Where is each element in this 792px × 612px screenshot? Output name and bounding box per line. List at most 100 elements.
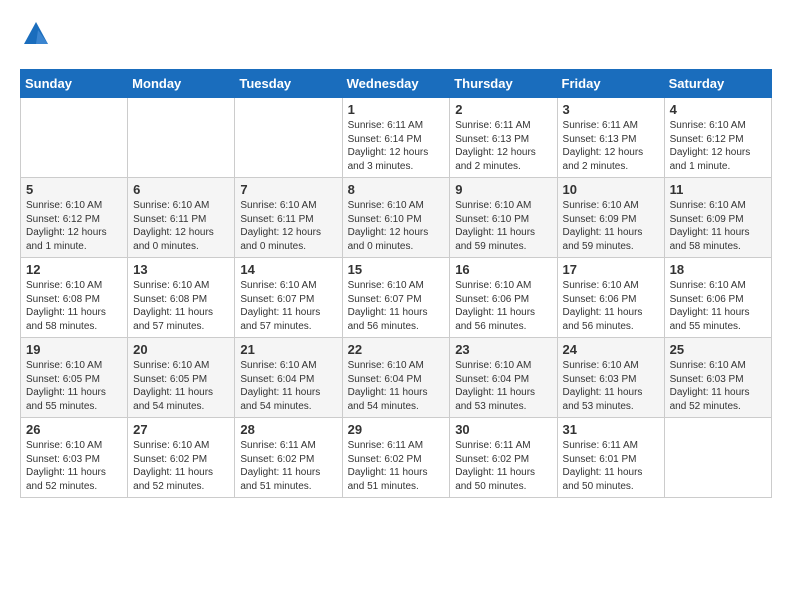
calendar-cell: 22 Sunrise: 6:10 AM Sunset: 6:04 PM Dayli… [342, 338, 450, 418]
calendar-cell: 10Sunrise: 6:10 AM Sunset: 6:09 PM Dayli… [557, 178, 664, 258]
calendar-week-row: 26 Sunrise: 6:10 AM Sunset: 6:03 PM Dayli… [21, 418, 772, 498]
day-info: Sunrise: 6:11 AM Sunset: 6:02 PM Dayligh… [455, 439, 551, 493]
calendar-cell: 18 Sunrise: 6:10 AM Sunset: 6:06 PM Dayli… [664, 258, 771, 338]
day-number: 28 [240, 422, 336, 437]
day-info: Sunrise: 6:10 AM Sunset: 6:09 PM Dayligh… [670, 199, 766, 253]
weekday-header: Monday [128, 70, 235, 98]
calendar-cell: 9Sunrise: 6:10 AM Sunset: 6:10 PM Daylig… [450, 178, 557, 258]
day-info: Sunrise: 6:10 AM Sunset: 6:04 PM Dayligh… [455, 359, 551, 413]
day-info: Sunrise: 6:11 AM Sunset: 6:02 PM Dayligh… [348, 439, 445, 493]
day-info: Sunrise: 6:10 AM Sunset: 6:05 PM Dayligh… [133, 359, 229, 413]
calendar-cell: 15 Sunrise: 6:10 AM Sunset: 6:07 PM Dayli… [342, 258, 450, 338]
calendar-cell: 2 Sunrise: 6:11 AM Sunset: 6:13 PM Daylig… [450, 98, 557, 178]
day-info: Sunrise: 6:10 AM Sunset: 6:10 PM Dayligh… [348, 199, 445, 253]
calendar-cell: 17 Sunrise: 6:10 AM Sunset: 6:06 PM Dayli… [557, 258, 664, 338]
day-number: 16 [455, 262, 551, 277]
day-info: Sunrise: 6:10 AM Sunset: 6:08 PM Dayligh… [133, 279, 229, 333]
calendar-cell [664, 418, 771, 498]
calendar-cell: 14Sunrise: 6:10 AM Sunset: 6:07 PM Dayli… [235, 258, 342, 338]
day-number: 31 [563, 422, 659, 437]
day-number: 7 [240, 182, 336, 197]
day-info: Sunrise: 6:11 AM Sunset: 6:13 PM Dayligh… [455, 119, 551, 173]
day-info: Sunrise: 6:10 AM Sunset: 6:04 PM Dayligh… [240, 359, 336, 413]
calendar-cell: 29 Sunrise: 6:11 AM Sunset: 6:02 PM Dayli… [342, 418, 450, 498]
day-info: Sunrise: 6:10 AM Sunset: 6:11 PM Dayligh… [133, 199, 229, 253]
day-number: 10 [563, 182, 659, 197]
calendar-cell: 4 Sunrise: 6:10 AM Sunset: 6:12 PM Daylig… [664, 98, 771, 178]
day-number: 4 [670, 102, 766, 117]
calendar-header-row: SundayMondayTuesdayWednesdayThursdayFrid… [21, 70, 772, 98]
day-number: 3 [563, 102, 659, 117]
page: SundayMondayTuesdayWednesdayThursdayFrid… [0, 0, 792, 508]
calendar-cell: 30 Sunrise: 6:11 AM Sunset: 6:02 PM Dayli… [450, 418, 557, 498]
day-info: Sunrise: 6:10 AM Sunset: 6:12 PM Dayligh… [670, 119, 766, 173]
day-number: 20 [133, 342, 229, 357]
day-info: Sunrise: 6:11 AM Sunset: 6:01 PM Dayligh… [563, 439, 659, 493]
calendar-cell: 11 Sunrise: 6:10 AM Sunset: 6:09 PM Dayli… [664, 178, 771, 258]
day-info: Sunrise: 6:11 AM Sunset: 6:13 PM Dayligh… [563, 119, 659, 173]
calendar-cell: 20 Sunrise: 6:10 AM Sunset: 6:05 PM Dayli… [128, 338, 235, 418]
day-number: 6 [133, 182, 229, 197]
weekday-header: Thursday [450, 70, 557, 98]
day-info: Sunrise: 6:10 AM Sunset: 6:06 PM Dayligh… [563, 279, 659, 333]
day-info: Sunrise: 6:10 AM Sunset: 6:12 PM Dayligh… [26, 199, 122, 253]
weekday-header: Saturday [664, 70, 771, 98]
calendar-cell: 25 Sunrise: 6:10 AM Sunset: 6:03 PM Dayli… [664, 338, 771, 418]
day-info: Sunrise: 6:11 AM Sunset: 6:14 PM Dayligh… [348, 119, 445, 173]
calendar-cell: 16 Sunrise: 6:10 AM Sunset: 6:06 PM Dayli… [450, 258, 557, 338]
day-info: Sunrise: 6:10 AM Sunset: 6:06 PM Dayligh… [455, 279, 551, 333]
day-number: 25 [670, 342, 766, 357]
logo-icon [22, 20, 50, 48]
weekday-header: Sunday [21, 70, 128, 98]
calendar-cell: 24Sunrise: 6:10 AM Sunset: 6:03 PM Dayli… [557, 338, 664, 418]
day-number: 1 [348, 102, 445, 117]
calendar: SundayMondayTuesdayWednesdayThursdayFrid… [20, 69, 772, 498]
day-number: 9 [455, 182, 551, 197]
day-number: 27 [133, 422, 229, 437]
day-number: 26 [26, 422, 122, 437]
day-info: Sunrise: 6:10 AM Sunset: 6:07 PM Dayligh… [240, 279, 336, 333]
calendar-week-row: 19Sunrise: 6:10 AM Sunset: 6:05 PM Dayli… [21, 338, 772, 418]
day-info: Sunrise: 6:10 AM Sunset: 6:06 PM Dayligh… [670, 279, 766, 333]
day-info: Sunrise: 6:10 AM Sunset: 6:03 PM Dayligh… [670, 359, 766, 413]
day-info: Sunrise: 6:10 AM Sunset: 6:11 PM Dayligh… [240, 199, 336, 253]
calendar-cell: 6 Sunrise: 6:10 AM Sunset: 6:11 PM Daylig… [128, 178, 235, 258]
day-number: 30 [455, 422, 551, 437]
day-number: 2 [455, 102, 551, 117]
calendar-cell: 31 Sunrise: 6:11 AM Sunset: 6:01 PM Dayli… [557, 418, 664, 498]
calendar-cell: 12 Sunrise: 6:10 AM Sunset: 6:08 PM Dayli… [21, 258, 128, 338]
day-info: Sunrise: 6:10 AM Sunset: 6:03 PM Dayligh… [26, 439, 122, 493]
calendar-cell: 27 Sunrise: 6:10 AM Sunset: 6:02 PM Dayli… [128, 418, 235, 498]
day-number: 18 [670, 262, 766, 277]
day-number: 22 [348, 342, 445, 357]
calendar-cell [21, 98, 128, 178]
calendar-week-row: 12 Sunrise: 6:10 AM Sunset: 6:08 PM Dayli… [21, 258, 772, 338]
calendar-week-row: 1 Sunrise: 6:11 AM Sunset: 6:14 PM Daylig… [21, 98, 772, 178]
day-number: 15 [348, 262, 445, 277]
calendar-cell: 26 Sunrise: 6:10 AM Sunset: 6:03 PM Dayli… [21, 418, 128, 498]
calendar-week-row: 5 Sunrise: 6:10 AM Sunset: 6:12 PM Daylig… [21, 178, 772, 258]
day-info: Sunrise: 6:10 AM Sunset: 6:07 PM Dayligh… [348, 279, 445, 333]
day-number: 12 [26, 262, 122, 277]
day-number: 8 [348, 182, 445, 197]
day-number: 11 [670, 182, 766, 197]
day-number: 5 [26, 182, 122, 197]
calendar-cell: 19Sunrise: 6:10 AM Sunset: 6:05 PM Dayli… [21, 338, 128, 418]
calendar-cell: 21Sunrise: 6:10 AM Sunset: 6:04 PM Dayli… [235, 338, 342, 418]
day-info: Sunrise: 6:10 AM Sunset: 6:04 PM Dayligh… [348, 359, 445, 413]
day-info: Sunrise: 6:10 AM Sunset: 6:05 PM Dayligh… [26, 359, 122, 413]
day-info: Sunrise: 6:10 AM Sunset: 6:02 PM Dayligh… [133, 439, 229, 493]
day-number: 29 [348, 422, 445, 437]
calendar-cell: 7 Sunrise: 6:10 AM Sunset: 6:11 PM Daylig… [235, 178, 342, 258]
header [20, 20, 772, 53]
calendar-cell: 5 Sunrise: 6:10 AM Sunset: 6:12 PM Daylig… [21, 178, 128, 258]
day-number: 23 [455, 342, 551, 357]
calendar-cell [128, 98, 235, 178]
day-info: Sunrise: 6:10 AM Sunset: 6:03 PM Dayligh… [563, 359, 659, 413]
calendar-cell: 23 Sunrise: 6:10 AM Sunset: 6:04 PM Dayli… [450, 338, 557, 418]
day-info: Sunrise: 6:10 AM Sunset: 6:08 PM Dayligh… [26, 279, 122, 333]
day-number: 17 [563, 262, 659, 277]
logo [20, 20, 50, 53]
calendar-cell: 28Sunrise: 6:11 AM Sunset: 6:02 PM Dayli… [235, 418, 342, 498]
weekday-header: Friday [557, 70, 664, 98]
